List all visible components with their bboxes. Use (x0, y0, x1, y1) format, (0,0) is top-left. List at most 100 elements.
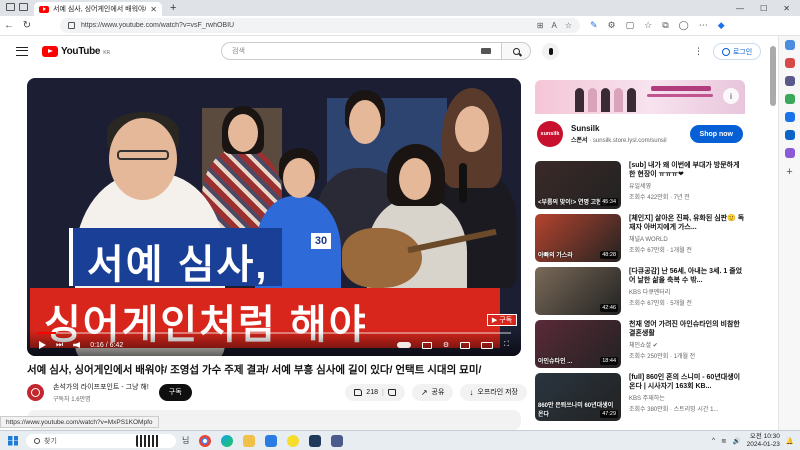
recommended-video[interactable]: 42:46 [다큐공감] 난 56세, 아내는 3세. 1 줄었어 날한 삶을 축… (535, 267, 745, 315)
hamburger-menu-icon[interactable] (16, 46, 28, 56)
new-tab-button[interactable]: + (162, 2, 184, 16)
ad-card[interactable]: sunsilk Sunsilk 스폰서 · sunsilk.store.lysl… (535, 114, 745, 154)
video-thumbnail[interactable]: 아인슈타인 ... 18:44 (535, 320, 621, 368)
offline-save-button[interactable]: ↓ 오프라인 저장 (460, 383, 527, 401)
miniplayer-icon[interactable] (460, 341, 471, 349)
progress-bar[interactable] (37, 332, 511, 334)
notification-bell-icon[interactable]: 🔔 (786, 437, 794, 445)
theater-mode-icon[interactable] (481, 341, 494, 349)
like-button[interactable]: 218 | (345, 383, 405, 401)
app-available-icon[interactable]: ⊞ (537, 21, 544, 30)
keyboard-icon[interactable] (481, 48, 491, 54)
clock[interactable]: 오전 10:30 2024-01-23 (747, 433, 780, 449)
subtitles-icon[interactable] (421, 341, 432, 349)
extension-icon[interactable]: ✎ (590, 20, 598, 31)
workspaces-icon[interactable] (6, 2, 15, 11)
start-button[interactable] (0, 435, 26, 446)
recommended-channel[interactable]: 채널A WORLD (629, 234, 745, 243)
settings-gear-icon[interactable]: ⚙ (443, 341, 449, 349)
play-icon[interactable] (39, 341, 46, 349)
edge-icon[interactable] (221, 434, 234, 447)
outlook-icon[interactable] (784, 130, 795, 140)
tab-close-icon[interactable]: ✕ (150, 5, 157, 14)
channel-avatar[interactable] (27, 383, 44, 401)
thumbs-down-icon[interactable] (387, 388, 396, 396)
tray-chevron-icon[interactable]: ^ (712, 437, 715, 444)
subscribe-watermark[interactable]: ▶ 구독 (487, 314, 517, 326)
app-icon[interactable] (331, 434, 344, 447)
browser-tab-active[interactable]: 서예 심사, 싱어게인에서 배워야/ 조 ✕ (34, 2, 162, 16)
recommended-channel[interactable]: 유일세영 (629, 181, 745, 190)
volume-icon[interactable] (73, 342, 81, 348)
video-thumbnail[interactable]: <부름의 맞이!> 연명 고현정 45:34 (535, 161, 621, 209)
maximize-icon[interactable]: ☐ (760, 4, 767, 13)
favorites-icon[interactable]: ☆ (644, 20, 652, 31)
drop-icon[interactable] (784, 148, 795, 158)
recommended-title[interactable]: [sub] 내가 왜 이번에 부대가 방문하게 한 현장이 ㅠㅠㅠ❤ (629, 161, 745, 179)
extensions-puzzle-icon[interactable]: ⚙ (608, 20, 616, 31)
recommended-title[interactable]: [다큐공감] 난 56세, 아내는 3세. 1 줄었어 날한 삶을 축복 수 밖… (629, 267, 745, 285)
profile-icon[interactable]: ◯ (679, 20, 689, 31)
video-thumbnail[interactable]: 아빠의 가스라 48:28 (535, 214, 621, 262)
shopping-icon[interactable] (784, 58, 795, 68)
chrome-icon[interactable] (199, 434, 212, 447)
more-icon[interactable]: ⋯ (699, 20, 708, 31)
subscribe-button[interactable]: 구독 (158, 383, 192, 401)
recommended-channel[interactable]: 체인쇼셜 ✔ (629, 340, 745, 349)
copilot-icon[interactable]: ◆ (718, 20, 725, 31)
play-badge-icon: ▶ (491, 317, 498, 324)
task-view-widget[interactable]: 님 (182, 435, 189, 446)
refresh-icon[interactable]: ↻ (18, 20, 36, 31)
search-box: 검색 (221, 42, 531, 60)
terminal-icon[interactable] (309, 434, 322, 447)
fullscreen-icon[interactable]: ⛶ (504, 341, 509, 349)
voice-search-button[interactable] (542, 43, 559, 60)
tools-icon[interactable] (784, 76, 795, 86)
recommended-channel[interactable]: KBS 다큐멘터리 (629, 287, 745, 296)
recommended-title[interactable]: [체인지] 살아온 진짜, 유화된 심판🙂 독재자 아버지에게 가스... (629, 214, 745, 232)
video-thumbnail[interactable]: 860만 은퇴쓰나미 60년대생이 온다 47:29 (535, 373, 621, 421)
kakaotalk-icon[interactable] (287, 434, 300, 447)
settings-kebab-icon[interactable]: ⋮ (694, 46, 703, 57)
office-icon[interactable] (784, 112, 795, 122)
lock-icon[interactable] (68, 22, 75, 29)
search-sidebar-icon[interactable] (784, 40, 795, 50)
close-window-icon[interactable]: ✕ (783, 4, 790, 13)
recommended-video[interactable]: 아빠의 가스라 48:28 [체인지] 살아온 진짜, 유화된 심판🙂 독재자 아버… (535, 214, 745, 262)
recommended-title[interactable]: 천재 영어 가려진 아인슈타인의 비참한 결혼생활 (629, 320, 745, 338)
favorite-star-icon[interactable]: ☆ (565, 21, 572, 30)
search-input[interactable]: 검색 (221, 42, 501, 60)
share-button[interactable]: ↗ 공유 (411, 383, 454, 401)
recommended-video[interactable]: 아인슈타인 ... 18:44 천재 영어 가려진 아인슈타인의 비참한 결혼생활체… (535, 320, 745, 368)
video-player[interactable]: 30 서예 심사, 싱어게인처럼 해야 ▶ 구독 ⏭ 0:16 / 6:42 ⚙ (27, 78, 521, 356)
split-screen-icon[interactable]: ▢ (626, 20, 635, 31)
youtube-logo[interactable]: YouTube KR (42, 45, 110, 57)
channel-name[interactable]: 손석가의 라이프포인트 - 그냥 해! (53, 382, 149, 392)
url-text[interactable]: https://www.youtube.com/watch?v=vsF_rwhO… (81, 22, 531, 29)
video-thumbnail[interactable]: 42:46 (535, 267, 621, 315)
recommended-video[interactable]: <부름의 맞이!> 연명 고현정 45:34 [sub] 내가 왜 이번에 부대가 … (535, 161, 745, 209)
search-button[interactable] (501, 42, 531, 60)
file-explorer-icon[interactable] (243, 434, 256, 447)
ad-info-button[interactable]: i (723, 88, 739, 104)
recommended-channel[interactable]: KBS 주재하는 (629, 393, 745, 402)
minimize-icon[interactable]: — (736, 4, 744, 13)
autoplay-toggle[interactable] (396, 342, 411, 348)
login-button[interactable]: 로그인 (713, 43, 761, 60)
ad-banner-image[interactable]: i (535, 80, 745, 114)
wifi-icon[interactable]: ≋ (721, 437, 726, 445)
page-scrollbar[interactable] (770, 46, 776, 106)
back-arrow-icon[interactable]: ← (0, 20, 18, 31)
tab-actions-icon[interactable] (19, 2, 28, 11)
next-icon[interactable]: ⏭ (56, 340, 63, 350)
recommended-video[interactable]: 860만 은퇴쓰나미 60년대생이 온다 47:29 [full] 860인 혼의 … (535, 373, 745, 421)
shop-now-button[interactable]: Shop now (689, 125, 743, 143)
read-aloud-icon[interactable]: A (551, 21, 556, 30)
collections-icon[interactable]: ⧉ (662, 20, 668, 31)
add-sidebar-app-icon[interactable]: + (786, 166, 792, 178)
url-field[interactable]: https://www.youtube.com/watch?v=vsF_rwhO… (60, 18, 580, 33)
speaker-icon[interactable]: 🔊 (733, 437, 741, 445)
games-icon[interactable] (784, 94, 795, 104)
zoom-icon[interactable] (265, 434, 278, 447)
recommended-title[interactable]: [full] 860인 혼의 스니미 - 60년대생이 온다 | 시사자기 16… (629, 373, 745, 391)
